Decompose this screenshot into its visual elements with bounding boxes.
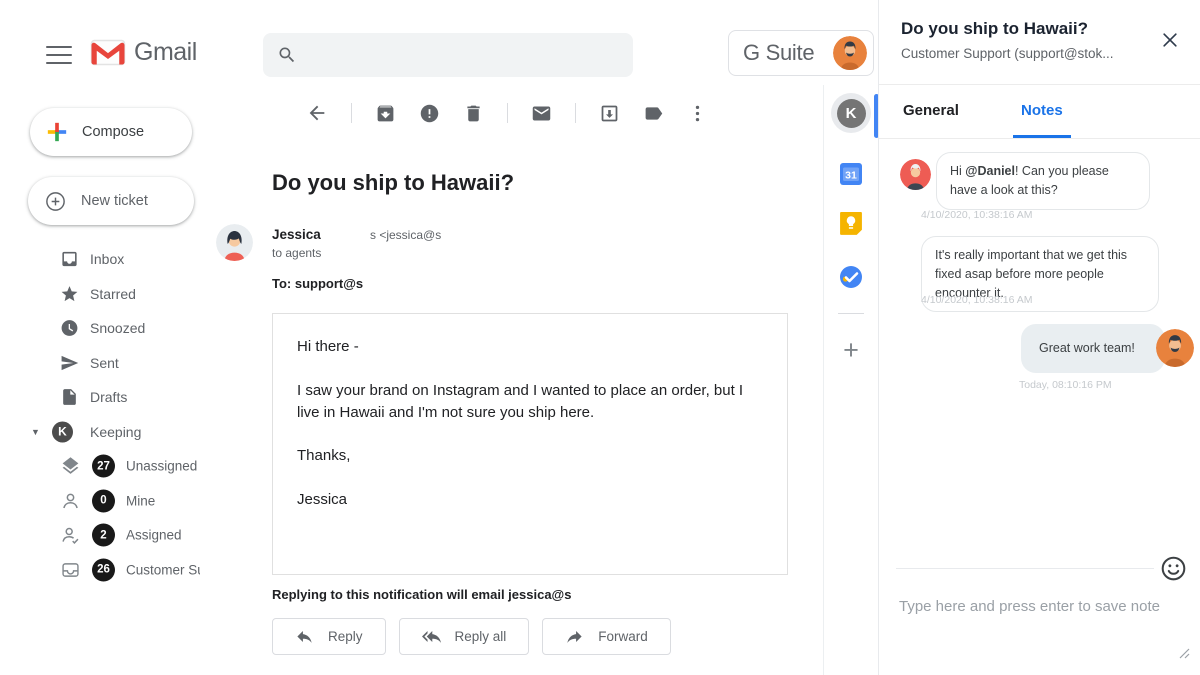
resize-handle-icon[interactable] [1179, 648, 1190, 659]
assigned-count-badge: 2 [92, 524, 115, 547]
main-menu-icon[interactable] [46, 46, 72, 64]
addon-strip: K 31 + [823, 85, 878, 675]
panel-tabs: General Notes [879, 85, 1200, 139]
person-icon [60, 490, 81, 511]
tab-general[interactable]: General [903, 102, 959, 119]
gsuite-label: G Suite [743, 40, 814, 66]
clock-icon [60, 319, 79, 338]
mine-count-badge: 0 [92, 489, 115, 512]
archive-icon[interactable] [375, 103, 396, 124]
to-line: To: support@s [272, 276, 363, 291]
toolbar-divider [507, 103, 508, 123]
move-to-icon[interactable] [599, 103, 620, 124]
back-icon[interactable] [306, 102, 328, 124]
note-timestamp: Today, 08:10:16 PM [1019, 379, 1112, 391]
body-paragraph: Thanks, [297, 445, 763, 467]
tray-icon [60, 559, 81, 580]
gmail-logo[interactable]: Gmail [90, 38, 197, 67]
email-subject: Do you ship to Hawaii? [272, 170, 514, 196]
report-spam-icon[interactable] [419, 103, 440, 124]
search-input[interactable] [309, 47, 619, 64]
inbox-icon [60, 250, 79, 269]
toolbar-divider [575, 103, 576, 123]
labels-icon[interactable] [643, 103, 664, 124]
forward-button[interactable]: Forward [542, 618, 671, 655]
new-ticket-label: New ticket [81, 193, 148, 209]
reply-notice: Replying to this notification will email… [272, 587, 571, 602]
forward-icon [565, 627, 584, 646]
composer-divider [896, 568, 1154, 569]
draft-icon [60, 388, 79, 407]
account-avatar[interactable] [833, 36, 867, 70]
panel-ticket-title: Do you ship to Hawaii? [901, 19, 1178, 39]
active-tab-indicator [1013, 135, 1071, 138]
toolbar-divider [351, 103, 352, 123]
body-paragraph: Hi there - [297, 336, 763, 358]
gsuite-account-chip[interactable]: G Suite [728, 30, 874, 76]
panel-ticket-subtitle: Customer Support (support@stok... [901, 46, 1178, 61]
delete-icon[interactable] [463, 103, 484, 124]
calendar-icon[interactable]: 31 [839, 162, 863, 186]
person-check-icon [60, 525, 81, 546]
reply-button[interactable]: Reply [272, 618, 386, 655]
email-body: Hi there - I saw your brand on Instagram… [272, 313, 788, 575]
send-icon [60, 353, 79, 372]
body-paragraph: Jessica [297, 489, 763, 511]
reply-icon [295, 627, 314, 646]
sender-avatar [216, 224, 253, 261]
search-bar[interactable] [263, 33, 633, 77]
note-input[interactable] [899, 598, 1181, 668]
sender-recipients[interactable]: to agents [272, 246, 321, 260]
own-avatar [1156, 329, 1194, 367]
emoji-icon[interactable] [1160, 555, 1187, 582]
note-timestamp: 4/10/2020, 10:38:16 AM [921, 294, 1033, 306]
email-actions: Reply Reply all Forward [272, 618, 671, 655]
sender-email: s <jessica@s [370, 228, 441, 242]
keeping-panel: Do you ship to Hawaii? Customer Support … [878, 0, 1200, 675]
tab-notes[interactable]: Notes [1021, 102, 1063, 119]
compose-label: Compose [82, 124, 144, 140]
unassigned-count-badge: 27 [92, 455, 115, 478]
mention: @Daniel [965, 164, 1015, 178]
more-options-icon[interactable] [687, 103, 708, 124]
note-bubble-own: Great work team! [1021, 324, 1165, 373]
sender-name[interactable]: Jessica [272, 227, 321, 242]
gmail-topbar: Gmail G Suite [0, 0, 878, 80]
search-icon [277, 45, 297, 65]
body-paragraph: I saw your brand on Instagram and I want… [297, 380, 763, 424]
chevron-down-icon[interactable]: ▼ [31, 427, 40, 437]
mark-unread-icon[interactable] [531, 103, 552, 124]
compose-plus-icon [46, 121, 68, 143]
strip-divider [838, 313, 864, 314]
panel-header: Do you ship to Hawaii? Customer Support … [879, 0, 1200, 85]
tasks-icon[interactable] [839, 265, 863, 289]
svg-text:31: 31 [845, 170, 857, 182]
email-view: Do you ship to Hawaii? Jessica s <jessic… [200, 80, 823, 675]
customer-support-count-badge: 26 [92, 558, 115, 581]
compose-button[interactable]: Compose [30, 108, 192, 156]
note-author-avatar [900, 159, 931, 190]
star-icon [60, 284, 79, 303]
gmail-envelope-icon [90, 39, 126, 66]
new-ticket-plus-icon [44, 190, 67, 213]
note-timestamp: 4/10/2020, 10:38:16 AM [921, 209, 1033, 221]
close-icon[interactable] [1160, 30, 1180, 50]
new-ticket-button[interactable]: New ticket [28, 177, 194, 225]
gmail-wordmark: Gmail [134, 38, 197, 67]
get-addons-icon[interactable]: + [843, 337, 859, 364]
note-bubble: Hi @Daniel! Can you please have a look a… [936, 152, 1150, 210]
layers-icon [60, 456, 81, 477]
keep-icon[interactable] [839, 211, 863, 235]
keeping-logo: K [52, 421, 73, 442]
reply-all-button[interactable]: Reply all [399, 618, 530, 655]
keeping-addon-icon[interactable]: K [831, 93, 871, 133]
reply-all-icon [422, 627, 441, 646]
email-toolbar [306, 98, 708, 128]
